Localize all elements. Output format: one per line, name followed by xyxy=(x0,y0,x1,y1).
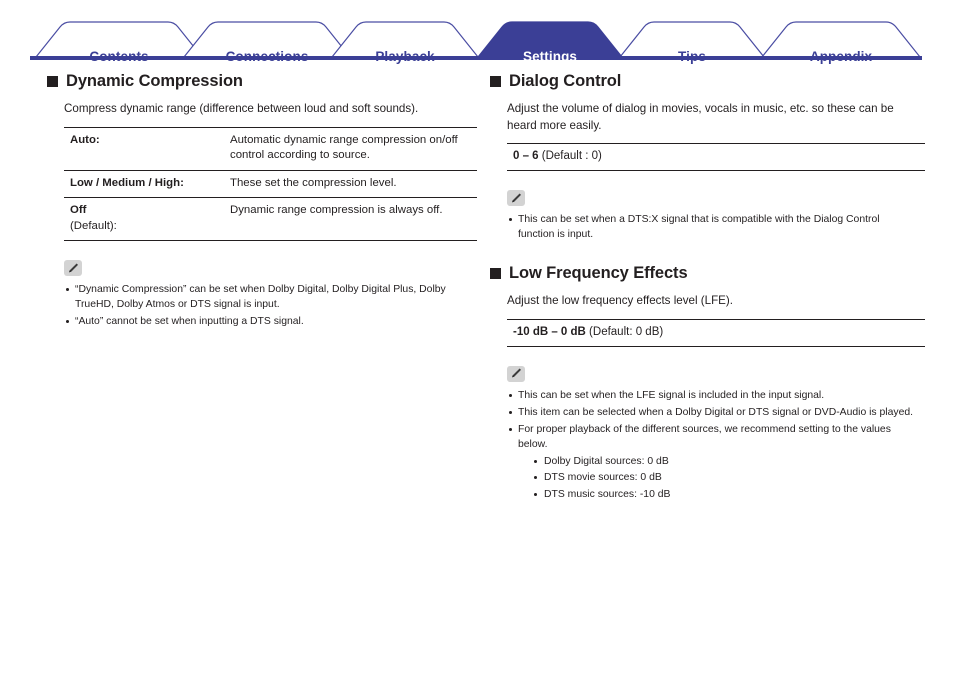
list-item: “Auto” cannot be set when inputting a DT… xyxy=(64,314,477,329)
list-item: This can be set when a DTS:X signal that… xyxy=(507,212,915,242)
key-text: Auto: xyxy=(70,133,100,146)
section-heading-dynamic-compression: Dynamic Compression xyxy=(47,72,477,90)
list-item: For proper playback of the different sou… xyxy=(507,422,915,503)
table-cell-key: Auto: xyxy=(64,127,230,170)
value-range: -10 dB – 0 dB xyxy=(513,325,586,338)
list-item: DTS music sources: -10 dB xyxy=(531,487,915,503)
table-cell-value: These set the compression level. xyxy=(230,176,397,189)
heading-text: Dialog Control xyxy=(509,72,622,90)
section-heading-low-frequency-effects: Low Frequency Effects xyxy=(490,264,915,282)
table-row: Auto: Automatic dynamic range compressio… xyxy=(64,127,477,170)
list-item: This can be set when the LFE signal is i… xyxy=(507,388,915,403)
key-subtext: (Default): xyxy=(70,219,117,232)
tab-baseline xyxy=(30,56,922,60)
section-lead-text: Compress dynamic range (difference betwe… xyxy=(64,102,419,116)
tab-bar: Contents Connections Playback Settings T… xyxy=(0,18,954,64)
value-range: 0 – 6 xyxy=(513,150,539,163)
section-lead-text: Adjust the volume of dialog in movies, v… xyxy=(507,102,894,132)
tab-connections[interactable]: Connections xyxy=(226,49,309,64)
value-default: (Default: 0 dB) xyxy=(585,325,664,338)
square-bullet-icon xyxy=(490,75,501,87)
note-block: “Dynamic Compression” can be set when Do… xyxy=(64,260,477,329)
key-text: Low / Medium / High: xyxy=(70,176,184,189)
list-item: This item can be selected when a Dolby D… xyxy=(507,405,915,420)
note-list: This can be set when a DTS:X signal that… xyxy=(507,212,915,242)
heading-text: Low Frequency Effects xyxy=(509,264,688,283)
footer-nav: Front panel Display Rear panel 171 Remot… xyxy=(0,611,954,673)
table-cell-value: Dynamic range compression is always off. xyxy=(230,204,443,217)
value-range-lfe: -10 dB – 0 dB (Default: 0 dB) xyxy=(507,318,925,347)
tab-playback[interactable]: Playback xyxy=(375,49,434,64)
table-row: Low / Medium / High: These set the compr… xyxy=(64,170,477,198)
pencil-icon xyxy=(507,365,525,382)
list-item-text: For proper playback of the different sou… xyxy=(518,424,891,451)
section-heading-dialog-control: Dialog Control xyxy=(490,72,915,90)
note-block: This can be set when a DTS:X signal that… xyxy=(507,190,915,242)
list-item: Dolby Digital sources: 0 dB xyxy=(531,454,915,470)
manual-page: Contents Connections Playback Settings T… xyxy=(0,0,954,673)
section-lead-text: Adjust the low frequency effects level (… xyxy=(507,294,733,308)
table-cell-key: Low / Medium / High: xyxy=(64,170,230,198)
spec-table-dynamic-compression: Auto: Automatic dynamic range compressio… xyxy=(64,127,477,242)
table-cell-key: Off (Default): xyxy=(64,198,230,241)
square-bullet-icon xyxy=(490,267,501,279)
key-text: Off xyxy=(70,204,87,217)
sub-note-list: Dolby Digital sources: 0 dB DTS movie so… xyxy=(518,454,915,502)
right-column: Dialog Control Adjust the volume of dial… xyxy=(490,72,925,505)
tab-settings[interactable]: Settings xyxy=(523,49,577,64)
note-block: This can be set when the LFE signal is i… xyxy=(507,365,915,503)
value-range-dialog-control: 0 – 6 (Default : 0) xyxy=(507,143,925,172)
tab-tips[interactable]: Tips xyxy=(678,49,706,64)
table-row: Off (Default): Dynamic range compression… xyxy=(64,197,477,241)
heading-text: Dynamic Compression xyxy=(66,72,243,90)
list-item: DTS movie sources: 0 dB xyxy=(531,470,915,486)
pencil-icon xyxy=(507,190,525,207)
left-column: Dynamic Compression Compress dynamic ran… xyxy=(47,72,477,331)
pencil-icon xyxy=(64,260,82,277)
list-item: “Dynamic Compression” can be set when Do… xyxy=(64,282,477,312)
tab-contents[interactable]: Contents xyxy=(89,49,148,64)
note-list: “Dynamic Compression” can be set when Do… xyxy=(64,282,477,329)
square-bullet-icon xyxy=(47,75,58,87)
note-list: This can be set when the LFE signal is i… xyxy=(507,388,915,503)
table-cell-value: Automatic dynamic range compression on/o… xyxy=(230,133,458,162)
tab-appendix[interactable]: Appendix xyxy=(810,49,872,64)
value-default: (Default : 0) xyxy=(538,150,602,163)
